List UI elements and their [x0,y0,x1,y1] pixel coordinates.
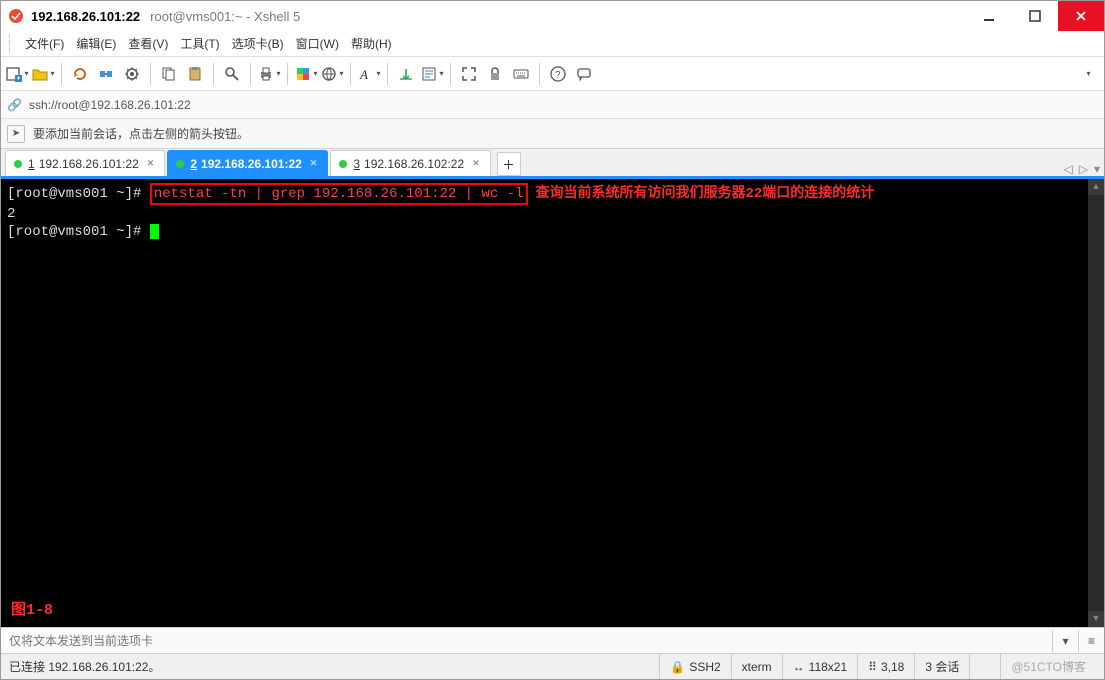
tab-scroll-left-icon[interactable]: ◁ [1064,162,1073,176]
new-tab-button[interactable]: ＋ [497,152,521,176]
info-bar: ➤ 要添加当前会话，点击左侧的箭头按钮。 [1,119,1104,149]
highlighted-command: netstat -tn | grep 192.168.26.101:22 | w… [150,183,528,205]
help-button[interactable]: ? [546,62,570,86]
menu-help[interactable]: 帮助(H) [345,33,398,54]
svg-text:A: A [359,67,368,82]
close-button[interactable] [1058,1,1104,31]
session-tab-1[interactable]: 1 192.168.26.101:22 ✕ [5,150,165,176]
script-button[interactable]: ▾ [420,62,444,86]
size-icon: ↔ [793,660,805,674]
command-output: 2 [7,205,1098,223]
lock-button[interactable] [483,62,507,86]
status-termtype: xterm [731,654,782,679]
reconnect-button[interactable] [68,62,92,86]
title-host: 192.168.26.101:22 [31,9,140,24]
xftp-button[interactable] [394,62,418,86]
encoding-button[interactable]: ▾ [320,62,344,86]
svg-text:?: ? [555,70,561,81]
menubar: 文件(F) 编辑(E) 查看(V) 工具(T) 选项卡(B) 窗口(W) 帮助(… [1,31,1104,57]
command-annotation: 查询当前系统所有访问我们服务器22端口的连接的统计 [536,186,875,202]
address-url[interactable]: ssh://root@192.168.26.101:22 [29,98,191,112]
properties-button[interactable] [120,62,144,86]
tab-index: 2 [190,157,197,171]
status-sessions: 3 会话 [914,654,969,679]
titlebar: 192.168.26.101:22 root@vms001:~ - Xshell… [1,1,1104,31]
copy-button[interactable] [157,62,181,86]
session-tab-2[interactable]: 2 192.168.26.101:22 ✕ [167,150,328,176]
figure-label: 图1-8 [11,598,53,619]
status-size: ↔118x21 [782,654,857,679]
disconnect-button[interactable] [94,62,118,86]
tab-index: 1 [28,157,35,171]
font-button[interactable]: A▾ [357,62,381,86]
status-protocol: 🔒SSH2 [659,654,730,679]
tab-scroll-right-icon[interactable]: ▷ [1079,162,1088,176]
fullscreen-button[interactable] [457,62,481,86]
color-scheme-button[interactable]: ▾ [294,62,318,86]
status-bar: 已连接 192.168.26.101:22。 🔒SSH2 xterm ↔118x… [1,653,1104,679]
print-button[interactable]: ▾ [257,62,281,86]
open-button[interactable]: ▾ [31,62,55,86]
app-icon [7,7,25,25]
tab-label: 192.168.26.101:22 [201,157,302,171]
add-session-arrow-button[interactable]: ➤ [7,125,25,143]
maximize-button[interactable] [1012,1,1058,31]
scroll-up-icon[interactable]: ▲ [1088,179,1104,195]
toolbar-overflow-button[interactable]: ▾ [1076,62,1100,86]
status-dot-icon [14,160,22,168]
menu-file[interactable]: 文件(F) [19,33,70,54]
app-window: 192.168.26.101:22 root@vms001:~ - Xshell… [0,0,1105,680]
address-bar: 🔗 ssh://root@192.168.26.101:22 [1,91,1104,119]
paste-button[interactable] [183,62,207,86]
grip-icon [9,35,15,53]
compose-input[interactable] [1,628,1052,653]
info-bar-text: 要添加当前会话，点击左侧的箭头按钮。 [33,125,249,142]
lock-icon: 🔒 [670,660,685,674]
tab-menu-icon[interactable]: ▾ [1094,162,1100,176]
shell-prompt: [root@vms001 ~]# [7,186,150,202]
terminal-view[interactable]: [root@vms001 ~]# netstat -tn | grep 192.… [1,179,1104,627]
toolbar: ▾ ▾ ▾ ▾ ▾ A▾ ▾ ? ▾ [1,57,1104,91]
tab-label: 192.168.26.102:22 [364,157,464,171]
keyboard-button[interactable] [509,62,533,86]
menu-window[interactable]: 窗口(W) [290,33,345,54]
session-tab-3[interactable]: 3 192.168.26.102:22 ✕ [330,150,490,176]
menu-edit[interactable]: 编辑(E) [70,33,122,54]
tab-index: 3 [353,157,360,171]
new-session-button[interactable]: ▾ [5,62,29,86]
menu-tools[interactable]: 工具(T) [174,33,225,54]
terminal-cursor [150,224,159,239]
minimize-button[interactable] [966,1,1012,31]
session-link-icon: 🔗 [7,98,23,112]
tab-close-icon[interactable]: ✕ [472,158,480,169]
compose-menu-button[interactable]: ≡ [1078,630,1104,652]
watermark: @51CTO博客 [1000,654,1096,679]
feedback-button[interactable] [572,62,596,86]
tab-label: 192.168.26.101:22 [39,157,139,171]
status-dot-icon [176,160,184,168]
find-button[interactable] [220,62,244,86]
title-sub: root@vms001:~ - Xshell 5 [150,9,300,24]
compose-target-button[interactable]: ▾ [1052,630,1078,652]
status-caps [969,654,1000,679]
menu-view[interactable]: 查看(V) [122,33,174,54]
shell-prompt: [root@vms001 ~]# [7,224,150,240]
status-dot-icon [339,160,347,168]
scroll-down-icon[interactable]: ▼ [1088,611,1104,627]
position-icon: ⠿ [868,660,877,674]
compose-bar: ▾ ≡ [1,627,1104,653]
tab-close-icon[interactable]: ✕ [147,158,155,169]
status-cursor-pos: ⠿3,18 [857,654,914,679]
terminal-scrollbar[interactable]: ▲ ▼ [1088,179,1104,627]
tab-close-icon[interactable]: ✕ [310,158,318,169]
menu-tabs[interactable]: 选项卡(B) [226,33,290,54]
tab-bar: 1 192.168.26.101:22 ✕ 2 192.168.26.101:2… [1,149,1104,179]
status-connection: 已连接 192.168.26.101:22。 [9,658,160,675]
